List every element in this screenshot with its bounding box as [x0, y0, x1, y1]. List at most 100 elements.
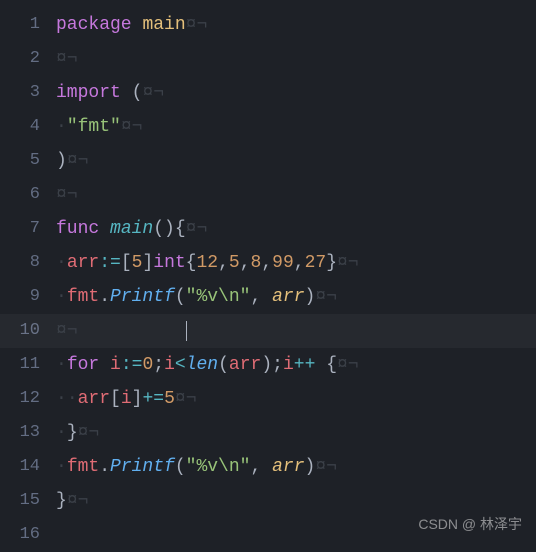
code-editor[interactable]: 12345678910111213141516 package main¤¬¤¬…: [0, 0, 536, 544]
code-token: .: [99, 457, 110, 477]
code-token: }: [56, 491, 67, 511]
code-token: i: [121, 389, 132, 409]
code-token: ,: [218, 253, 229, 273]
code-token: ¤¬: [56, 185, 78, 205]
code-line[interactable]: ¤¬: [56, 42, 536, 76]
code-line[interactable]: }¤¬: [56, 484, 536, 518]
code-token: package: [56, 15, 132, 35]
code-line[interactable]: ·fmt.Printf("%v\n", arr)¤¬: [56, 280, 536, 314]
code-token: ·: [56, 287, 67, 307]
code-token: [132, 15, 143, 35]
code-token: i: [283, 355, 294, 375]
code-line[interactable]: ·arr:=[5]int{12,5,8,99,27}¤¬: [56, 246, 536, 280]
code-line[interactable]: import (¤¬: [56, 76, 536, 110]
code-token: ): [305, 287, 316, 307]
line-number: 7: [0, 212, 40, 246]
code-token: ,: [250, 287, 261, 307]
code-token: ): [305, 457, 316, 477]
code-token: main: [110, 219, 153, 239]
code-token: [: [110, 389, 121, 409]
code-token: ¤¬: [142, 83, 164, 103]
line-number: 16: [0, 518, 40, 552]
code-line[interactable]: ··arr[i]+=5¤¬: [56, 382, 536, 416]
line-number: 14: [0, 450, 40, 484]
code-token: ·: [56, 457, 67, 477]
code-token: arr: [67, 253, 99, 273]
code-token: 0: [142, 355, 153, 375]
code-token: ,: [240, 253, 251, 273]
code-token: ,: [261, 253, 272, 273]
code-token: 99: [272, 253, 294, 273]
code-token: ;: [153, 355, 164, 375]
code-token: [121, 83, 132, 103]
code-token: (: [175, 457, 186, 477]
code-token: }: [326, 253, 337, 273]
code-token: arr: [272, 457, 304, 477]
code-token: func: [56, 219, 99, 239]
code-line[interactable]: ¤¬: [56, 314, 536, 348]
code-line[interactable]: [56, 518, 536, 552]
code-token: ]: [132, 389, 143, 409]
code-token: 5: [229, 253, 240, 273]
code-token: ¤¬: [67, 491, 89, 511]
code-token: arr: [272, 287, 304, 307]
code-token: ¤¬: [337, 355, 359, 375]
code-token: {: [175, 219, 186, 239]
code-token: Printf: [110, 457, 175, 477]
code-token: ,: [250, 457, 261, 477]
code-token: [99, 219, 110, 239]
code-token: ,: [294, 253, 305, 273]
code-token: int: [153, 253, 185, 273]
code-token: ¤¬: [186, 219, 208, 239]
code-line[interactable]: ¤¬: [56, 178, 536, 212]
code-token: ¤¬: [315, 457, 337, 477]
line-number: 8: [0, 246, 40, 280]
code-token: [261, 457, 272, 477]
line-number: 12: [0, 382, 40, 416]
code-token: "%v\n": [186, 457, 251, 477]
code-line[interactable]: ·for i:=0;i<len(arr);i++ {¤¬: [56, 348, 536, 382]
code-token: :=: [121, 355, 143, 375]
code-token: .: [99, 287, 110, 307]
code-token: <: [175, 355, 186, 375]
code-line[interactable]: ·"fmt"¤¬: [56, 110, 536, 144]
code-line[interactable]: ·}¤¬: [56, 416, 536, 450]
code-token: (): [153, 219, 175, 239]
code-token: :=: [99, 253, 121, 273]
code-token: ¤¬: [56, 321, 78, 341]
code-token: ¤¬: [56, 49, 78, 69]
code-token: ·: [56, 423, 67, 443]
code-token: fmt: [67, 287, 99, 307]
code-token: i: [110, 355, 121, 375]
code-token: [261, 287, 272, 307]
code-token: (: [175, 287, 186, 307]
code-token: ·: [56, 117, 67, 137]
code-token: {: [326, 355, 337, 375]
line-number: 3: [0, 76, 40, 110]
code-token: ·: [67, 389, 78, 409]
code-line[interactable]: package main¤¬: [56, 8, 536, 42]
code-line[interactable]: ·fmt.Printf("%v\n", arr)¤¬: [56, 450, 536, 484]
line-number: 13: [0, 416, 40, 450]
code-token: len: [186, 355, 218, 375]
code-token: ·: [56, 389, 67, 409]
code-token: arr: [229, 355, 261, 375]
code-line[interactable]: )¤¬: [56, 144, 536, 178]
code-token: 8: [251, 253, 262, 273]
code-token: +=: [142, 389, 164, 409]
line-number: 2: [0, 42, 40, 76]
code-token: ¤¬: [78, 423, 100, 443]
code-token: "%v\n": [186, 287, 251, 307]
code-line[interactable]: func main(){¤¬: [56, 212, 536, 246]
code-token: ): [261, 355, 272, 375]
line-number-gutter: 12345678910111213141516: [0, 0, 56, 544]
code-token: ++: [294, 355, 316, 375]
code-token: 27: [305, 253, 327, 273]
code-token: [315, 355, 326, 375]
code-token: Printf: [110, 287, 175, 307]
line-number: 11: [0, 348, 40, 382]
code-area[interactable]: package main¤¬¤¬import (¤¬·"fmt"¤¬)¤¬¤¬f…: [56, 0, 536, 544]
line-number: 9: [0, 280, 40, 314]
code-token: for: [67, 355, 99, 375]
code-token: ): [56, 151, 67, 171]
